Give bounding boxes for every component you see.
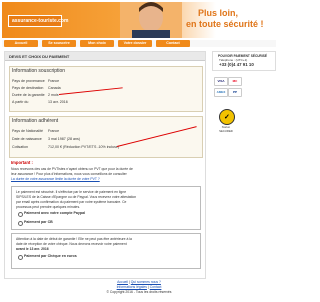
page-title: Devis et choix du paiement: [9, 54, 70, 59]
page: assurance-touriste.com Plus loin, en tou…: [0, 0, 278, 302]
mastercard-icon: MC: [228, 77, 242, 86]
logo-text: assurance-touriste.com: [12, 18, 69, 24]
important-text-2: leur assurance ! Pour plus d'information…: [11, 172, 127, 176]
important-link[interactable]: La durée de votre assurance limite la du…: [11, 177, 100, 181]
row-value: 13 avr. 2016: [48, 100, 68, 104]
cheque-payment-box: Attention à la date de début de garantie…: [11, 233, 201, 269]
secure-text-2: SIPS/LES de la Caisse d'Epargne ou de Pa…: [16, 195, 137, 199]
adherent-title: Information adhérent: [12, 118, 59, 124]
footer-copyright: © Copyright 2016 - Tous les droits réser…: [106, 290, 172, 294]
amex-card-icon: AMEX: [214, 88, 228, 97]
secure-payment-box: Le paiement est sécurisé. Il s'effectue …: [11, 186, 201, 230]
slogan-line-1: Plus loin,: [198, 8, 239, 18]
row-value: Canada: [48, 86, 61, 90]
row-value: France: [48, 79, 60, 83]
sidebar: POUVOIR PAIEMENT SÉCURISÉ Téléphone : (U…: [212, 51, 276, 159]
paypal-option-label[interactable]: Paiement avec votre compte Paypal: [24, 211, 85, 215]
slogan-line-2: en toute sécurité !: [186, 19, 264, 29]
cheque-text-2: date de réception de votre chèque. Nous …: [16, 242, 127, 246]
cheque-text-3: avant le 13 avr. 2016: [16, 247, 49, 251]
main-panel: Devis et choix du paiement Information s…: [4, 51, 206, 279]
important-text-1: Nous recevons des cas de PVTistes n'ayan…: [11, 167, 133, 171]
cheque-text-1: Attention à la date de début de garantie…: [16, 237, 132, 241]
visa-card-icon: VISA: [214, 77, 228, 86]
site-logo[interactable]: assurance-touriste.com: [8, 15, 68, 27]
row-label: A partir du: [12, 100, 29, 104]
nav-item-choix[interactable]: Mon choix: [80, 40, 114, 47]
secure-text-1: Le paiement est sécurisé. Il s'effectue …: [16, 190, 127, 194]
cb-option-label[interactable]: Paiement par CB: [24, 220, 53, 224]
important-label: Important :: [11, 160, 33, 165]
row-label: Cotisation: [12, 145, 28, 149]
banner-person-image: [120, 2, 182, 38]
norton-label: Norton SECURED: [219, 125, 233, 133]
secure-text-3: par email après confirmation du paiement…: [16, 200, 127, 204]
row-label: Pays de provenance: [12, 79, 45, 83]
row-value: 3 mai 1987 (28 ans): [48, 137, 80, 141]
footer-link-contact[interactable]: Contact: [150, 285, 162, 289]
paypal-icon: PP: [228, 88, 242, 97]
footer: Accueil | Qui sommes nous ? Informations…: [0, 280, 278, 300]
nav-item-contact[interactable]: Contact: [156, 40, 190, 47]
row-value: France: [48, 129, 60, 133]
nav-item-accueil[interactable]: Accueil: [4, 40, 38, 47]
souscription-title: Information souscription: [12, 68, 66, 74]
secure-text-4: processus peut prendre quelques minutes.: [16, 205, 81, 209]
row-label: Pays de Nationalité: [12, 129, 43, 133]
header-banner: assurance-touriste.com Plus loin, en tou…: [2, 2, 276, 38]
cheque-radio[interactable]: [18, 255, 23, 260]
footer-links-2: Informations légales | Contact: [116, 285, 162, 289]
footer-links-1: Accueil | Qui sommes nous ?: [117, 280, 161, 284]
main-nav: Accueil Se souscrire Mon choix Votre dos…: [2, 40, 276, 47]
row-label: Pays de destination: [12, 86, 44, 90]
footer-link-legal[interactable]: Informations légales: [117, 285, 147, 289]
footer-link-accueil[interactable]: Accueil: [117, 280, 128, 284]
row-label: Date de naissance: [12, 137, 42, 141]
row-value: 2 mois: [48, 93, 59, 97]
phone-number[interactable]: +33 (0)4 47 91 10: [219, 62, 254, 67]
paypal-radio[interactable]: [18, 212, 23, 217]
secure-contact-box: POUVOIR PAIEMENT SÉCURISÉ Téléphone : (U…: [212, 51, 276, 71]
page-title-bar: Devis et choix du paiement: [5, 52, 205, 61]
cotisation-value: 712,00 € (Réduction PVT/ETS -10% incluse…: [48, 145, 120, 149]
cheque-option-label[interactable]: Paiement par Chèque en euros: [24, 254, 77, 258]
nav-item-souscrire[interactable]: Se souscrire: [42, 40, 76, 47]
nav-item-dossier[interactable]: Votre dossier: [118, 40, 152, 47]
row-label: Durée de la garantie: [12, 93, 45, 97]
adherent-section: Information adhérent Pays de Nationalité…: [9, 116, 203, 158]
norton-secured-icon[interactable]: ✓: [219, 109, 235, 125]
footer-link-about[interactable]: Qui sommes nous ?: [131, 280, 161, 284]
cb-radio[interactable]: [18, 221, 23, 226]
